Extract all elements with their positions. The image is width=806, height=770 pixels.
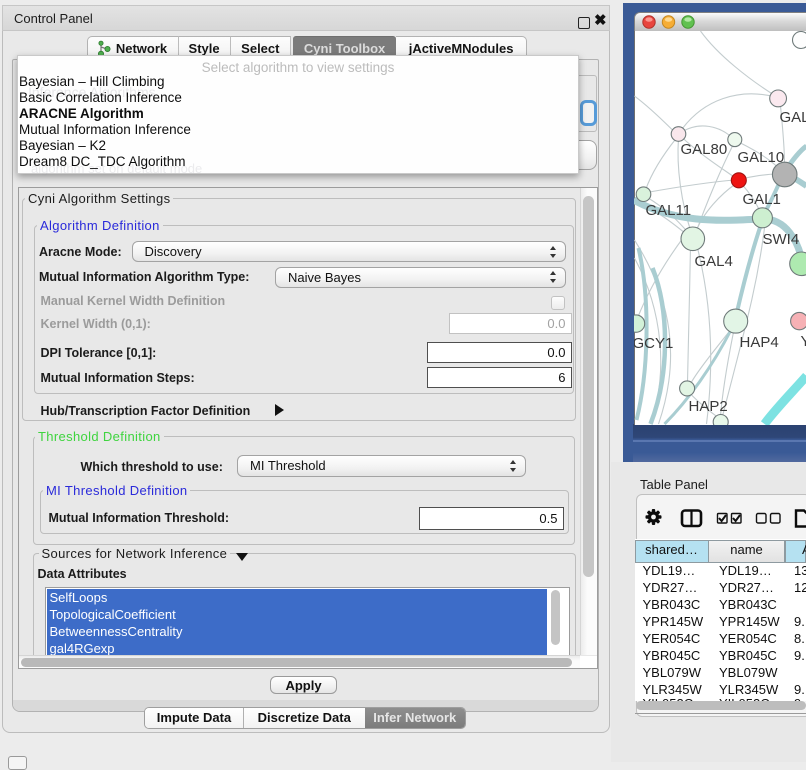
svg-text:GAL7: GAL7: [779, 109, 806, 126]
svg-text:HAP2: HAP2: [688, 398, 727, 415]
svg-text:GAL1: GAL1: [742, 191, 780, 208]
svg-text:SWI4: SWI4: [762, 231, 799, 248]
svg-text:GAL4: GAL4: [694, 253, 732, 270]
svg-text:GAL11: GAL11: [645, 202, 691, 219]
svg-text:HAP4: HAP4: [739, 334, 778, 351]
svg-text:Y: Y: [800, 333, 806, 350]
svg-text:GCY1: GCY1: [634, 335, 673, 352]
svg-text:GAL80: GAL80: [680, 141, 727, 158]
svg-text:GAL10: GAL10: [737, 149, 784, 166]
